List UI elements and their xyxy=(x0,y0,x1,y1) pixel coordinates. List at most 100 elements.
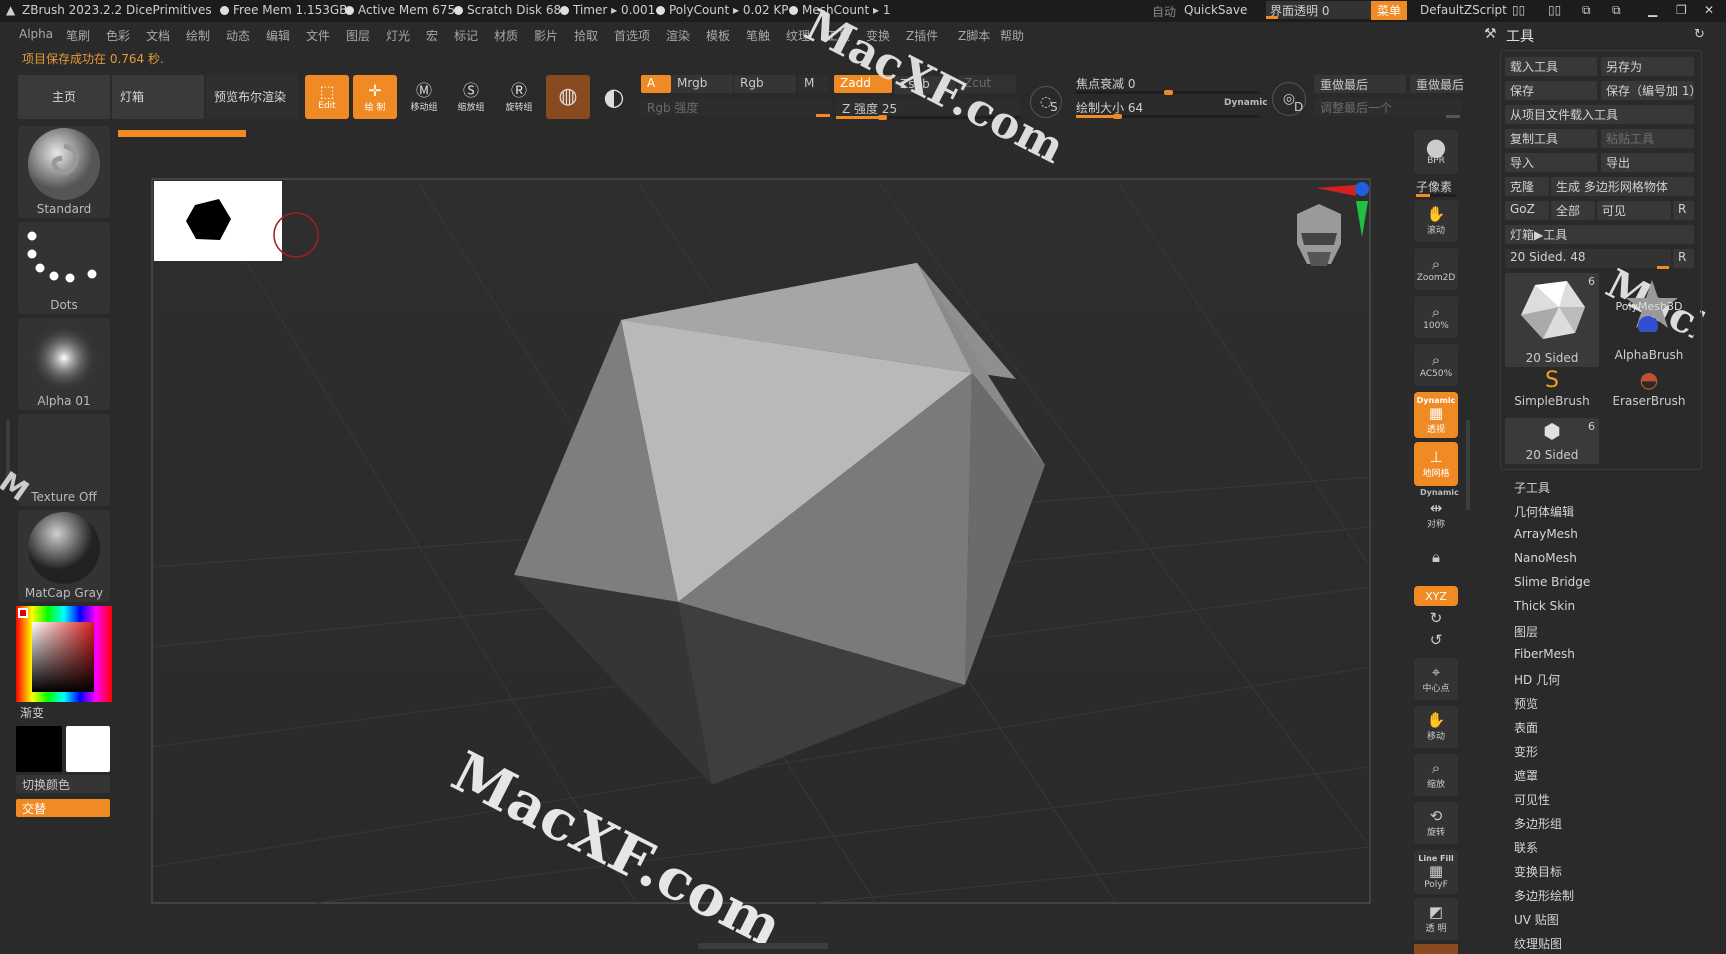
rgb-intensity-slider[interactable]: Rgb 强度 xyxy=(641,98,831,116)
live-boolean-preview-button[interactable]: 预览布尔渲染 xyxy=(206,75,298,119)
menu-marker[interactable]: 标记 xyxy=(454,27,478,44)
menu-light[interactable]: 灯光 xyxy=(386,27,410,44)
texture-thumbnail[interactable]: Texture Off xyxy=(18,414,110,506)
layout-icon-2[interactable]: ▯▯ xyxy=(1548,3,1561,17)
make-polymesh-button[interactable]: 生成 多边形网格物体 xyxy=(1551,177,1694,196)
rgb-button[interactable]: Rgb xyxy=(734,75,796,93)
color-sv-square[interactable] xyxy=(32,622,94,692)
material-sphere-button[interactable]: ◍ xyxy=(546,75,590,119)
brush-thumbnail[interactable]: Standard xyxy=(18,126,110,218)
subpalette-item[interactable]: NanoMesh xyxy=(1514,551,1577,565)
subpalette-item[interactable]: 表面 xyxy=(1514,719,1538,736)
current-tool-slider[interactable]: 20 Sided. 48 xyxy=(1505,249,1671,268)
material-thumbnail[interactable]: MatCap Gray xyxy=(18,510,110,602)
tool-panel-reset-icon[interactable]: ↻ xyxy=(1694,27,1705,42)
draw-size-label[interactable]: 绘制大小 64 xyxy=(1076,99,1143,116)
focal-shift-track[interactable] xyxy=(1076,90,1260,95)
transparency-slider[interactable]: 界面透明 0 xyxy=(1266,1,1376,19)
subpalette-item[interactable]: 多边形绘制 xyxy=(1514,887,1574,904)
menu-draw[interactable]: 绘制 xyxy=(186,27,210,44)
menu-stencil[interactable]: 模板 xyxy=(706,27,730,44)
a-channel-button[interactable]: A xyxy=(641,75,671,93)
scale-mode-button[interactable]: Ⓢ 缩放组 xyxy=(449,75,493,119)
menu-help[interactable]: 帮助 xyxy=(1000,27,1024,44)
save-increment-button[interactable]: 保存（编号加 1） xyxy=(1601,81,1701,100)
perspective-button[interactable]: Dynamic ▦ 透视 xyxy=(1414,392,1458,438)
draw-size-track[interactable] xyxy=(1076,114,1260,119)
save-as-button[interactable]: 另存为 xyxy=(1601,57,1694,76)
polyframe-button[interactable]: Line Fill ▦ PolyF xyxy=(1414,850,1458,894)
gradient-label[interactable]: 渐变 xyxy=(20,704,44,721)
actual-size-button[interactable]: ⌕ 100% xyxy=(1414,296,1458,338)
subpalette-item[interactable]: 变形 xyxy=(1514,743,1538,760)
subpalette-item[interactable]: 纹理贴图 xyxy=(1514,935,1562,952)
layout-toggle-icon-2[interactable]: ⧉ xyxy=(1612,3,1621,18)
subpalette-item[interactable]: 预览 xyxy=(1514,695,1538,712)
rotate-view-button[interactable]: ⟲ 旋转 xyxy=(1414,802,1458,844)
current-color-swatch[interactable] xyxy=(18,608,28,618)
home-tab[interactable]: 主页 xyxy=(18,75,110,119)
subpalette-item[interactable]: FiberMesh xyxy=(1514,647,1575,661)
load-from-project-button[interactable]: 从项目文件载入工具 xyxy=(1505,105,1694,124)
tool-thumb-simplebrush[interactable]: S SimpleBrush xyxy=(1505,368,1599,414)
xyz-rotation-button[interactable]: XYZ xyxy=(1414,586,1458,606)
copy-tool-button[interactable]: 复制工具 xyxy=(1505,129,1597,148)
goz-all-button[interactable]: 全部 xyxy=(1551,201,1595,220)
menu-brush[interactable]: 笔刷 xyxy=(66,27,90,44)
s-toggle-label[interactable]: S xyxy=(1050,100,1058,114)
secondary-color-white[interactable] xyxy=(66,726,110,772)
main-color-black[interactable] xyxy=(16,726,62,772)
menu-zplugin[interactable]: Z插件 xyxy=(906,27,938,44)
subpalette-item[interactable]: 遮罩 xyxy=(1514,767,1538,784)
switch-color-button[interactable]: 切换颜色 xyxy=(16,775,110,793)
scroll-button[interactable]: ✋ 滚动 xyxy=(1414,200,1458,242)
move-view-button[interactable]: ✋ 移动 xyxy=(1414,706,1458,748)
clone-button[interactable]: 克隆 xyxy=(1505,177,1549,196)
save-button[interactable]: 保存 xyxy=(1505,81,1597,100)
move-mode-button[interactable]: Ⓜ 移动组 xyxy=(402,75,446,119)
tool-thumb-20sided-2[interactable]: ⬢ 6 20 Sided xyxy=(1505,418,1599,464)
stroke-thumbnail[interactable]: Dots xyxy=(18,222,110,314)
redo-last-button-2[interactable]: 重做最后 xyxy=(1410,75,1464,93)
tool-thumb-20sided[interactable]: 6 20 Sided xyxy=(1505,273,1599,367)
lightbox-tool-button[interactable]: 灯箱▶工具 xyxy=(1505,225,1694,244)
goz-button[interactable]: GoZ xyxy=(1505,201,1549,220)
viewport-canvas[interactable]: MacXF.com xyxy=(116,147,1412,954)
rotate-mode-button[interactable]: Ⓡ 旋转组 xyxy=(497,75,541,119)
subpalette-item[interactable]: Slime Bridge xyxy=(1514,575,1590,589)
subpixel-track[interactable] xyxy=(1416,194,1456,197)
menu-macro[interactable]: 宏 xyxy=(426,27,438,44)
color-picker[interactable] xyxy=(16,606,112,702)
d-toggle-label[interactable]: D xyxy=(1294,100,1303,114)
quicksave-button[interactable]: QuickSave xyxy=(1184,3,1247,17)
adjust-last-slider[interactable]: 调整最后一个 xyxy=(1314,98,1462,116)
dynamic-size-button[interactable]: Dynamic xyxy=(1224,98,1268,108)
bottom-shelf-handle[interactable] xyxy=(698,943,828,949)
center-point-button[interactable]: ⌖ 中心点 xyxy=(1414,658,1458,700)
zoom2d-button[interactable]: ⌕ Zoom2D xyxy=(1414,248,1458,290)
default-zscript[interactable]: DefaultZScript xyxy=(1420,3,1507,17)
subpalette-item[interactable]: 图层 xyxy=(1514,623,1538,640)
goz-r-button[interactable]: R xyxy=(1673,201,1694,220)
subpalette-item[interactable]: UV 贴图 xyxy=(1514,911,1559,928)
menu-color[interactable]: 色彩 xyxy=(106,27,130,44)
menu-movie-dynamic[interactable]: 动态 xyxy=(226,27,250,44)
right-toolbar-more[interactable] xyxy=(1414,944,1458,954)
ac50-button[interactable]: ⌕ AC50% xyxy=(1414,344,1458,386)
current-tool-r-button[interactable]: R xyxy=(1673,249,1694,268)
floor-grid-button[interactable]: ⊥ 地网格 xyxy=(1414,442,1458,486)
adjust-last-track[interactable] xyxy=(1446,115,1460,118)
z-rotation-button[interactable]: ↺ xyxy=(1414,630,1458,650)
menu-render[interactable]: 渲染 xyxy=(666,27,690,44)
menu-stroke[interactable]: 笔触 xyxy=(746,27,770,44)
menu-edit[interactable]: 编辑 xyxy=(266,27,290,44)
rgb-intensity-track[interactable] xyxy=(816,114,830,117)
right-dock-handle[interactable] xyxy=(1466,420,1470,510)
subpixel-label[interactable]: 子像素 xyxy=(1416,178,1452,195)
paste-tool-button[interactable]: 粘贴工具 xyxy=(1601,129,1694,148)
layout-toggle-icon[interactable]: ⧉ xyxy=(1582,3,1591,18)
export-button[interactable]: 导出 xyxy=(1601,153,1694,172)
draw-mode-button[interactable]: ✛ 绘 制 xyxy=(353,75,397,119)
subpalette-item[interactable]: 变换目标 xyxy=(1514,863,1562,880)
menu-file[interactable]: 文件 xyxy=(306,27,330,44)
